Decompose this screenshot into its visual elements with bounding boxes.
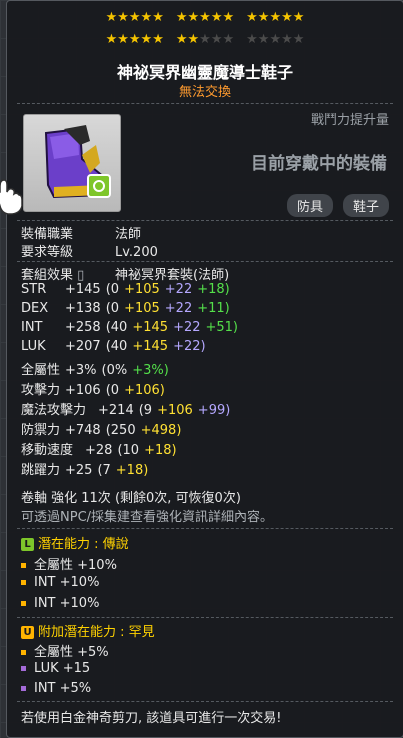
stat-enhance: +22 (173, 320, 201, 335)
star-force-row-2: ★★★★★ ★★★★★ ★★★★★ (105, 32, 305, 47)
stat-row: 攻擊力 +106 (0 +106) (21, 379, 170, 398)
stat-extra: +3%) (132, 363, 169, 378)
item-tooltip: ★★★★★ ★★★★★ ★★★★★ ★★★★★ ★★★★★ ★★★★★ 神祕冥界幽靈魔導… (6, 0, 403, 738)
trade-status: 無法交換 (178, 85, 231, 100)
bonus-potential-title: U 附加潛在能力 : 罕見 (21, 621, 155, 640)
set-effect-row: 套組效果 ▯ 神祕冥界套裝(法師) (21, 268, 230, 283)
stat-flame: +498) (140, 423, 182, 438)
stat-total: +258 (65, 320, 101, 335)
item-name: 神祕冥界幽靈魔導士鞋子 (116, 63, 293, 82)
stat-flame: +18) (144, 443, 177, 458)
potential-line: INT +10% (21, 596, 99, 611)
stat-base: (0 (105, 282, 120, 297)
scissors-note: 若使用白金神奇剪刀, 該道具可進行一次交易! (21, 711, 282, 726)
stat-flame: +106) (124, 383, 165, 398)
stat-row: 魔法攻擊力 +214 (9 +106 +99) (21, 399, 235, 418)
stat-total: +3% (65, 363, 97, 378)
stat-enhance: +22 (164, 301, 193, 316)
stat-row: DEX +138 (0 +105 +22 +11) (21, 301, 235, 316)
stat-row: LUK +207 (40 +145 +22) (21, 339, 211, 354)
stat-row: INT +258 (40 +145 +22 +51) (21, 320, 243, 335)
hand-cursor-icon (0, 179, 23, 215)
req-level-row: 要求等級 Lv.200 (21, 245, 158, 260)
stat-row: 跳躍力 +25 (7 +18) (21, 459, 153, 478)
potential-line: INT +10% (21, 575, 99, 590)
req-job-row: 裝備職業 法師 (21, 227, 142, 242)
unique-badge-icon: U (21, 626, 34, 639)
potential-line: 全屬性 +10% (21, 554, 117, 573)
tag-armor: 防具 (286, 194, 333, 217)
stat-label: INT (21, 320, 43, 335)
stat-total: +106 (65, 383, 101, 398)
scroll-upgrade-info: 卷軸 強化 11次 (剩餘0次, 可恢復0次) (21, 491, 241, 506)
stat-base: (9 (138, 403, 153, 418)
shoe-icon (44, 125, 111, 199)
npc-note: 可透過NPC/採集建查看強化資訊詳細內容。 (21, 510, 274, 525)
stat-base: (7 (97, 463, 111, 478)
item-icon (23, 114, 121, 212)
stat-total: +214 (98, 403, 134, 418)
stat-extra: +51) (205, 320, 239, 335)
divider (17, 528, 393, 529)
divider (17, 261, 393, 262)
divider (17, 617, 393, 618)
stat-total: +138 (65, 301, 101, 316)
stat-flame: +145 (132, 339, 169, 354)
divider (17, 701, 393, 702)
stat-base: (40 (105, 339, 128, 354)
stat-enhance: +22) (173, 339, 206, 354)
star-force-row-1: ★★★★★ ★★★★★ ★★★★★ (105, 10, 305, 25)
stat-base: (0 (105, 383, 120, 398)
stat-base: (0 (105, 301, 120, 316)
stat-flame: +18) (115, 463, 149, 478)
tag-shoes: 鞋子 (342, 194, 389, 217)
stat-flame: +106 (157, 403, 193, 418)
stat-row: 移動速度 +28 (10 +18) (21, 439, 182, 458)
divider (17, 220, 393, 221)
stat-label: LUK (21, 339, 46, 354)
bonus-potential-line: INT +5% (21, 681, 91, 696)
stat-label: DEX (21, 301, 49, 316)
stat-extra: +11) (197, 301, 230, 316)
stat-base: (250 (105, 423, 136, 438)
stat-total: +748 (65, 423, 101, 438)
stat-label: STR (21, 282, 47, 297)
bonus-potential-line: 全屬性 +5% (21, 641, 109, 660)
legendary-badge-icon: L (21, 538, 34, 551)
stat-base: (40 (105, 320, 128, 335)
equipped-indicator: 目前穿戴中的裝備 (251, 154, 387, 174)
stat-row: STR +145 (0 +105 +22 +18) (21, 282, 235, 297)
stat-enhance: +22 (164, 282, 193, 297)
stat-enhance: +99) (197, 403, 231, 418)
stat-flame: +145 (132, 320, 169, 335)
lock-icon: ▯ (77, 268, 85, 283)
bonus-potential-line: LUK +15 (21, 661, 90, 676)
stat-extra: +18) (197, 282, 230, 297)
stat-total: +207 (65, 339, 101, 354)
stat-label: 防禦力 (21, 423, 61, 438)
stat-row: 防禦力 +748 (250 +498) (21, 419, 186, 438)
stat-total: +25 (65, 463, 93, 478)
stat-total: +28 (85, 443, 113, 458)
stat-label: 跳躍力 (21, 463, 61, 478)
stat-label: 移動速度 (21, 443, 74, 458)
combat-power-label: 戰鬥力提升量 (310, 113, 389, 128)
stat-label: 攻擊力 (21, 383, 61, 398)
stat-flame: +105 (124, 282, 160, 297)
stat-base: (0% (101, 363, 128, 378)
divider (17, 103, 393, 104)
potential-title: L 潛在能力 : 傳說 (21, 533, 129, 552)
stat-base: (10 (117, 443, 140, 458)
stat-row: 全屬性 +3% (0% +3%) (21, 359, 174, 378)
stat-label: 全屬性 (21, 363, 61, 378)
stat-label: 魔法攻擊力 (21, 403, 87, 418)
stat-total: +145 (65, 282, 101, 297)
stat-flame: +105 (124, 301, 160, 316)
